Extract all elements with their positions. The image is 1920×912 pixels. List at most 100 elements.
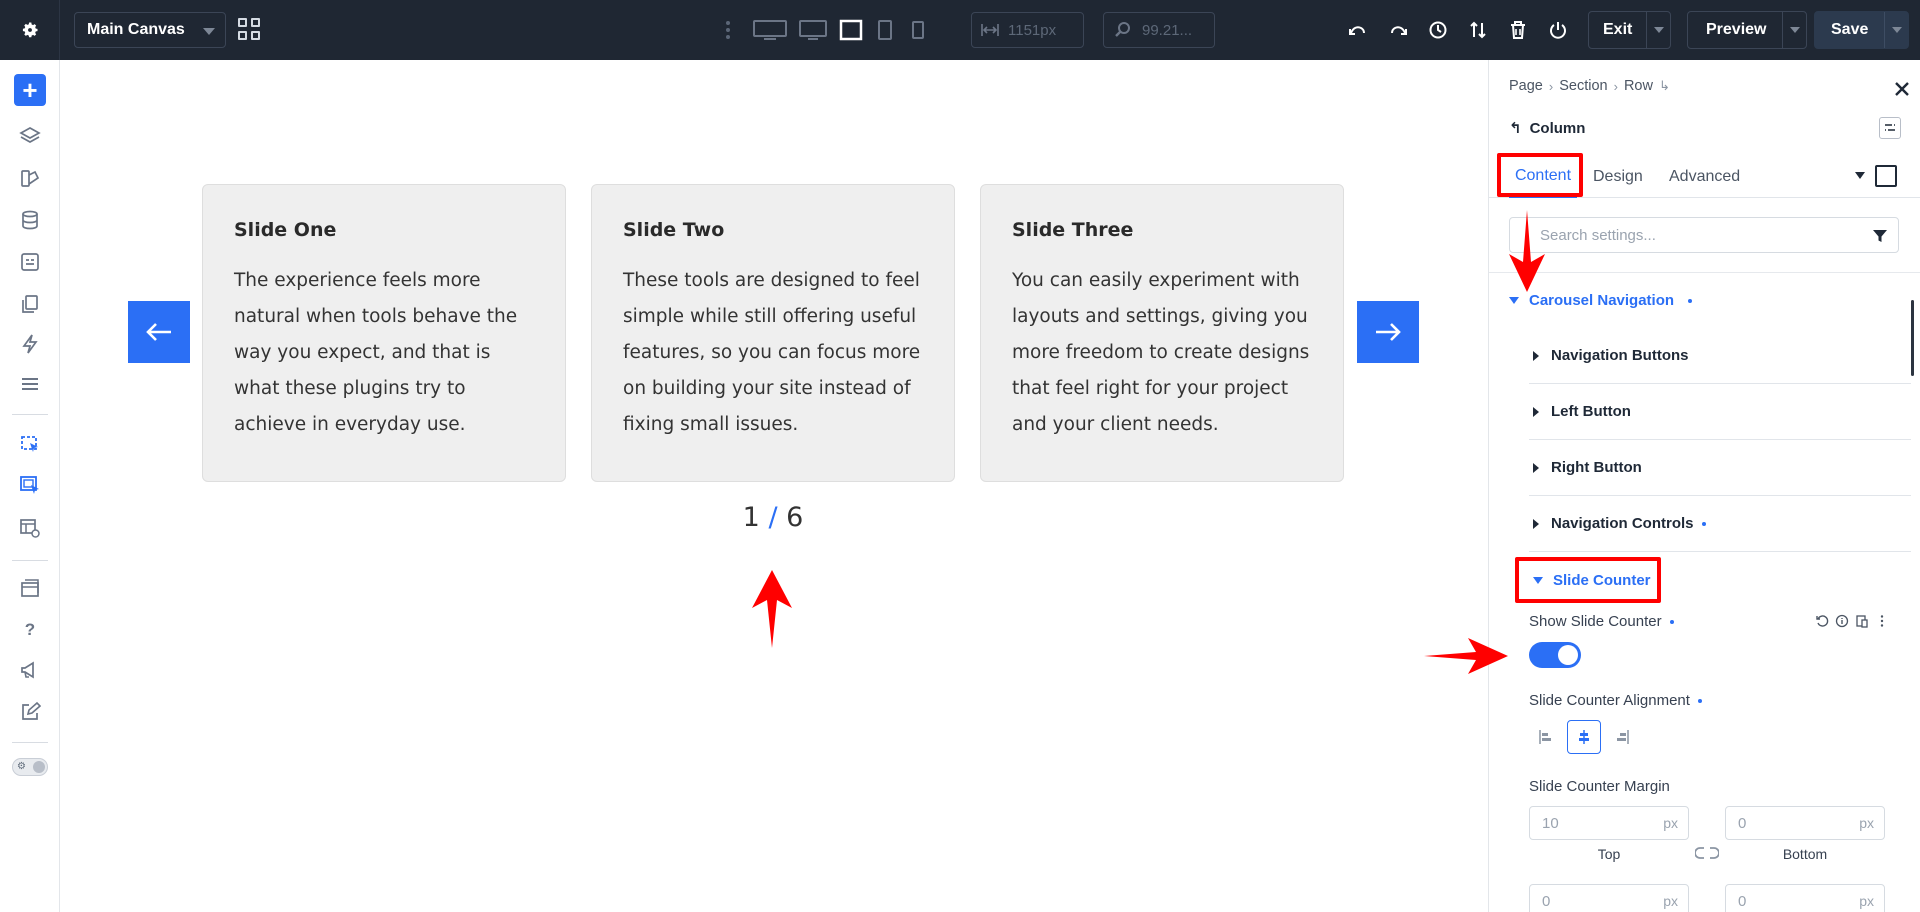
sort-arrows-icon[interactable] [1466, 18, 1490, 42]
margin-right-input[interactable]: 0 px [1725, 884, 1885, 912]
phone-icon[interactable] [906, 14, 930, 46]
margin-bottom-input[interactable]: 0 px [1725, 806, 1885, 840]
margin-left-input[interactable]: 0 px [1529, 884, 1689, 912]
slide-counter-total: 6 [786, 502, 804, 533]
history-tools [1346, 18, 1570, 42]
back-arrow-icon[interactable]: ↰ [1509, 119, 1522, 137]
chevron-down-icon[interactable] [1782, 12, 1806, 48]
group-carousel-navigation[interactable]: Carousel Navigation [1509, 292, 1693, 309]
breadcrumb-row[interactable]: Row [1624, 78, 1653, 94]
lightning-icon[interactable] [18, 332, 42, 356]
desktop-wide-icon[interactable] [752, 14, 788, 46]
reset-icon[interactable] [1815, 614, 1829, 628]
info-icon[interactable] [1835, 614, 1849, 628]
more-dots-icon[interactable] [726, 21, 730, 39]
megaphone-icon[interactable] [18, 658, 42, 682]
list-rows-icon[interactable] [18, 372, 42, 396]
history-clock-icon[interactable] [1426, 18, 1450, 42]
align-left-icon[interactable] [1529, 720, 1563, 754]
align-right-icon[interactable] [1605, 720, 1639, 754]
caret-down-icon [1509, 297, 1519, 304]
subgroup-left-button[interactable]: Left Button [1529, 384, 1911, 440]
chevron-down-icon[interactable] [1646, 12, 1670, 48]
slide-title: Slide Two [623, 219, 725, 241]
exit-button[interactable]: Exit [1588, 11, 1672, 49]
select-element-icon[interactable] [18, 433, 42, 457]
input-value: 10 [1542, 814, 1559, 832]
search-settings-input[interactable]: Search settings... [1509, 217, 1899, 253]
slide-counter-separator: / [768, 502, 778, 533]
input-value: 0 [1738, 814, 1747, 832]
tab-advanced[interactable]: Advanced [1669, 156, 1740, 198]
width-arrows-icon [981, 24, 999, 36]
edit-pencil-icon[interactable] [18, 700, 42, 724]
responsive-icon[interactable] [1855, 614, 1869, 628]
slide-counter-margin-label: Slide Counter Margin [1529, 778, 1670, 795]
help-question-icon[interactable]: ? [18, 618, 42, 642]
breadcrumb-section[interactable]: Section [1559, 78, 1607, 94]
show-slide-counter-label: Show Slide Counter [1529, 613, 1674, 630]
module-options-icon[interactable] [1879, 117, 1901, 139]
sidebar-divider [12, 560, 48, 561]
more-vertical-icon[interactable] [1875, 614, 1889, 628]
power-icon[interactable] [1546, 18, 1570, 42]
caret-down-icon[interactable] [1855, 172, 1865, 179]
preview-button[interactable]: Preview [1687, 11, 1808, 49]
slide-text: The experience feels more natural when t… [234, 270, 518, 435]
multi-select-icon[interactable] [18, 474, 42, 498]
slide-title: Slide Three [1012, 219, 1134, 241]
canvas-select[interactable]: Main Canvas [74, 12, 226, 48]
subgroup-right-button[interactable]: Right Button [1529, 440, 1911, 496]
slide-card-2: Slide Two These tools are designed to fe… [591, 184, 955, 482]
modified-dot [1688, 298, 1693, 303]
show-slide-counter-toggle[interactable] [1529, 642, 1581, 668]
slide-counter-current: 1 [742, 502, 760, 533]
subgroup-navigation-buttons[interactable]: Navigation Buttons [1529, 328, 1911, 384]
unit-label: px [1859, 893, 1874, 909]
settings-gear-icon[interactable] [0, 0, 60, 60]
database-icon[interactable] [18, 208, 42, 232]
chevron-right-icon: › [1548, 78, 1554, 94]
module-name: Column [1529, 119, 1586, 137]
dark-mode-toggle[interactable]: ⚙ [12, 758, 48, 776]
slide-counter-alignment-label: Slide Counter Alignment [1529, 692, 1702, 709]
tablet-icon[interactable] [874, 14, 896, 46]
form-fields-icon[interactable] [18, 250, 42, 274]
filter-icon[interactable] [1872, 228, 1888, 244]
subgroup-navigation-controls[interactable]: Navigation Controls [1529, 496, 1911, 552]
canvas-select-label: Main Canvas [87, 21, 185, 38]
theme-palette-icon[interactable] [18, 166, 42, 190]
search-placeholder: Search settings... [1540, 226, 1656, 244]
subgroup-title: Navigation Buttons [1551, 347, 1689, 364]
breadcrumb-page[interactable]: Page [1509, 78, 1543, 94]
annotation-highlight [1515, 557, 1661, 603]
save-button[interactable]: Save [1814, 11, 1910, 49]
panel-scrollbar[interactable] [1911, 300, 1914, 376]
redo-icon[interactable] [1386, 18, 1410, 42]
tab-design[interactable]: Design [1593, 156, 1643, 198]
align-center-icon[interactable] [1567, 720, 1601, 754]
layers-icon[interactable] [18, 124, 42, 148]
layout-grid-icon[interactable] [238, 18, 262, 42]
pages-copy-icon[interactable] [18, 292, 42, 316]
square-view-icon[interactable] [1875, 165, 1897, 187]
chevron-down-icon[interactable] [1884, 12, 1908, 48]
templates-icon[interactable] [18, 576, 42, 600]
child-arrow-icon: ↳ [1658, 78, 1670, 93]
desktop-icon[interactable] [798, 14, 828, 46]
zoom-field[interactable]: 99.21... [1103, 12, 1215, 48]
margin-top-input[interactable]: 10 px [1529, 806, 1689, 840]
layout-preview-icon[interactable] [18, 516, 42, 540]
option-label-text: Slide Counter Alignment [1529, 692, 1690, 709]
close-icon[interactable] [1891, 78, 1913, 100]
carousel-prev-button[interactable] [128, 301, 190, 363]
add-element-button[interactable]: + [14, 74, 46, 106]
undo-icon[interactable] [1346, 18, 1370, 42]
trash-icon[interactable] [1506, 18, 1530, 42]
input-value: 0 [1738, 892, 1747, 910]
canvas-width-field[interactable]: 1151px [971, 12, 1084, 48]
panel-divider [1489, 272, 1920, 273]
carousel-next-button[interactable] [1357, 301, 1419, 363]
laptop-icon[interactable] [838, 14, 864, 46]
link-values-icon[interactable] [1695, 846, 1719, 860]
